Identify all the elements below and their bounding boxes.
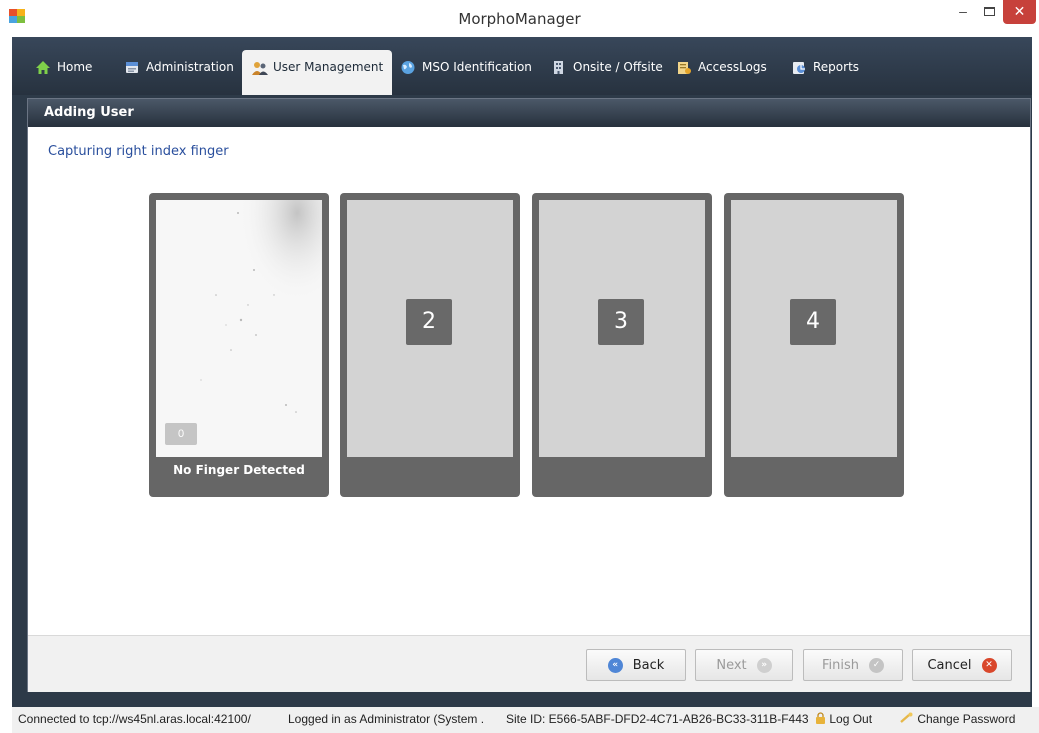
tab-label: Onsite / Offsite xyxy=(573,60,663,74)
quality-score-badge: 0 xyxy=(165,423,197,445)
capture-number-badge: 4 xyxy=(790,299,836,345)
panel-title: Adding User xyxy=(28,99,1030,127)
logout-link[interactable]: Log Out xyxy=(815,712,872,726)
connection-status: Connected to tcp://ws45nl.aras.local:421… xyxy=(18,712,251,726)
change-password-link[interactable]: Change Password xyxy=(900,712,1015,726)
building-icon xyxy=(551,60,567,75)
change-password-label: Change Password xyxy=(917,712,1016,726)
home-icon xyxy=(35,60,51,75)
tab-mso-identification[interactable]: MSO Identification xyxy=(391,50,541,84)
tab-label: MSO Identification xyxy=(422,60,532,74)
capture-number-badge: 2 xyxy=(406,299,452,345)
access-logs-icon xyxy=(676,60,692,75)
globe-icon xyxy=(400,60,416,75)
minimize-button[interactable]: – xyxy=(950,0,976,24)
close-button[interactable]: ✕ xyxy=(1003,0,1036,24)
title-bar: MorphoManager – ✕ xyxy=(0,0,1039,38)
tab-label: User Management xyxy=(273,60,384,74)
administration-icon xyxy=(124,60,140,75)
maximize-button[interactable] xyxy=(976,0,1002,24)
status-bar: Connected to tcp://ws45nl.aras.local:421… xyxy=(12,707,1039,733)
capture-slot-4[interactable]: 4 xyxy=(724,193,904,497)
next-button-label: Next xyxy=(716,657,747,673)
back-arrow-icon: « xyxy=(607,657,623,673)
capture-slot-3[interactable]: 3 xyxy=(532,193,712,497)
tab-label: Reports xyxy=(813,60,860,74)
finish-button[interactable]: Finish ✓ xyxy=(803,649,903,681)
tab-administration[interactable]: Administration xyxy=(115,50,243,84)
window-title: MorphoManager xyxy=(458,10,581,28)
capture-slot-2[interactable]: 2 xyxy=(340,193,520,497)
capture-instruction: Capturing right index finger xyxy=(48,144,229,159)
finish-check-icon: ✓ xyxy=(869,657,884,673)
tab-onsite-offsite[interactable]: Onsite / Offsite xyxy=(542,50,672,84)
wizard-footer: « Back Next » Finish ✓ Cancel ✕ xyxy=(28,635,1030,692)
next-arrow-icon: » xyxy=(756,657,772,673)
site-id: Site ID: E566-5ABF-DFD2-4C71-AB26-BC33-3… xyxy=(506,712,809,726)
tab-user-management[interactable]: User Management xyxy=(242,50,393,95)
fingerprint-image xyxy=(156,200,322,457)
tab-label: Home xyxy=(57,60,93,74)
capture-slot-1[interactable]: 0 No Finger Detected xyxy=(149,193,329,497)
main-tab-bar: Home Administration User Management MSO … xyxy=(12,37,1032,95)
capture-number-badge: 3 xyxy=(598,299,644,345)
user-management-icon xyxy=(251,60,268,75)
tab-access-logs[interactable]: AccessLogs xyxy=(667,50,776,84)
logout-label: Log Out xyxy=(829,712,873,726)
next-button[interactable]: Next » xyxy=(695,649,793,681)
cancel-x-icon: ✕ xyxy=(981,657,997,673)
reports-icon xyxy=(791,60,807,75)
finish-button-label: Finish xyxy=(821,657,859,673)
back-button[interactable]: « Back xyxy=(586,649,686,681)
lock-icon xyxy=(815,712,826,724)
maximize-icon xyxy=(983,7,995,16)
tab-label: AccessLogs xyxy=(698,60,767,74)
cancel-button[interactable]: Cancel ✕ xyxy=(912,649,1012,681)
capture-status-label: No Finger Detected xyxy=(173,463,305,477)
adding-user-panel: Adding User Capturing right index finger xyxy=(27,98,1031,692)
back-button-label: Back xyxy=(632,657,665,673)
key-icon xyxy=(900,712,914,724)
login-status: Logged in as Administrator (System . xyxy=(288,712,485,726)
tab-label: Administration xyxy=(146,60,234,74)
tab-reports[interactable]: Reports xyxy=(782,50,868,84)
tab-home[interactable]: Home xyxy=(26,50,101,84)
cancel-button-label: Cancel xyxy=(927,657,972,673)
